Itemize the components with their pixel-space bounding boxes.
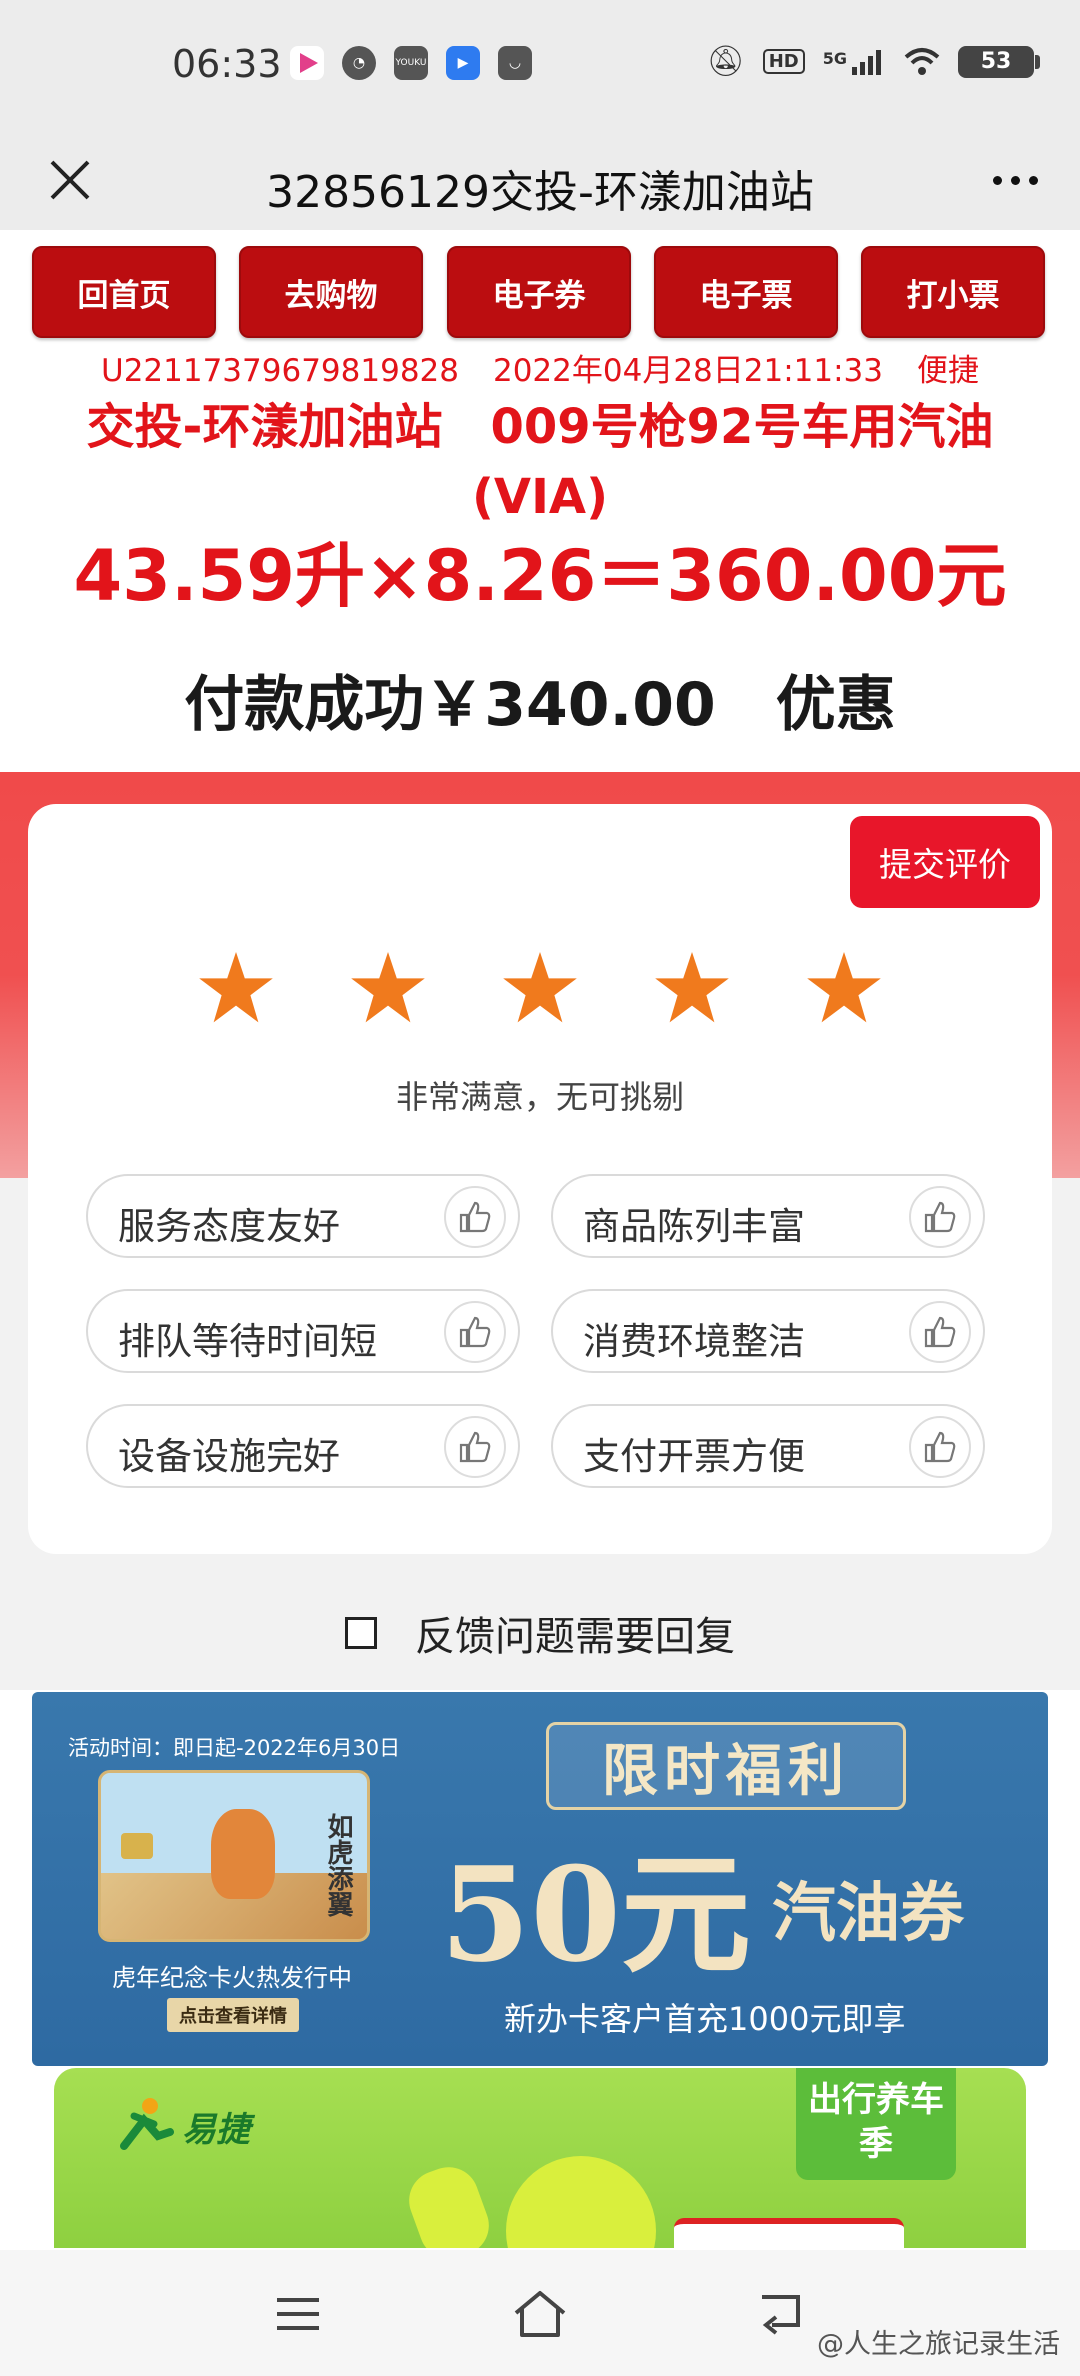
system-navigation-bar: @人生之旅记录生活	[0, 2250, 1080, 2376]
payment-status: 付款成功￥340.00 优惠	[0, 656, 1080, 743]
order-info-line: U22117379679819828 2022年04月28日21:11:33 便捷	[0, 345, 1080, 390]
hd-icon: HD	[762, 49, 805, 74]
watermark: @人生之旅记录生活	[817, 2329, 1060, 2360]
feedback-label: 反馈问题需要回复	[415, 1614, 735, 1660]
mute-icon: 🔕︎	[706, 44, 745, 79]
star-icon[interactable]	[652, 948, 732, 1028]
discount-label: 优惠	[775, 670, 896, 740]
star-icon[interactable]	[500, 948, 580, 1028]
tag-label: 消费环境整洁	[583, 1320, 805, 1363]
yijie-logo: 易捷	[114, 2096, 250, 2156]
tiger-card-image: 如虎添翼	[98, 1770, 370, 1942]
bookmark-app-icon: ▶	[446, 46, 480, 80]
e-ticket-button[interactable]: 电子票	[654, 246, 838, 338]
status-bar: 06:33 ◔ YOUKU ▶ ◡ 🔕︎ HD 5G 53	[0, 0, 1080, 130]
more-button[interactable]	[980, 140, 1050, 220]
star-icon[interactable]	[196, 948, 276, 1028]
feedback-option[interactable]: 反馈问题需要回复	[0, 1604, 1080, 1662]
fuel-calculation: 43.59升×8.26＝360.00元	[73, 535, 1007, 617]
home-nav-button[interactable]	[500, 2274, 580, 2354]
fuel-coupon-banner[interactable]: 活动时间：即日起-2022年6月30日 如虎添翼 虎年纪念卡火热发行中 点击查看…	[32, 1692, 1048, 2066]
tag-service-friendly[interactable]: 服务态度友好	[86, 1174, 520, 1258]
submit-review-button[interactable]: 提交评价	[850, 816, 1040, 908]
title-bar: 32856129交投-环漾加油站	[0, 130, 1080, 230]
star-icon[interactable]	[804, 948, 884, 1028]
battery-icon: 53	[958, 45, 1040, 78]
gauge-app-icon: ◔	[342, 46, 376, 80]
tag-label: 商品陈列丰富	[583, 1205, 805, 1248]
thumbs-up-icon[interactable]	[444, 1186, 506, 1248]
card-chip-icon	[121, 1833, 153, 1859]
tag-goods-rich[interactable]: 商品陈列丰富	[551, 1174, 985, 1258]
back-button[interactable]	[740, 2274, 820, 2354]
tag-label: 服务态度友好	[118, 1205, 340, 1248]
menu-icon	[277, 2298, 319, 2330]
order-datetime: 2022年04月28日21:11:33	[492, 353, 883, 389]
tag-clean-environment[interactable]: 消费环境整洁	[551, 1289, 985, 1373]
promo-title: 限时福利	[546, 1722, 906, 1810]
shopping-button[interactable]: 去购物	[239, 246, 423, 338]
thumbs-up-icon[interactable]	[909, 1301, 971, 1363]
station-fuel-line: 交投-环漾加油站 009号枪92号车用汽油(VIA)	[86, 399, 994, 525]
yijie-banner[interactable]: 易捷 出行养车季	[54, 2068, 1026, 2248]
star-rating	[0, 948, 1080, 1028]
feedback-checkbox[interactable]	[345, 1617, 377, 1649]
status-time: 06:33	[172, 42, 282, 86]
shop-app-icon: ◡	[498, 46, 532, 80]
wifi-icon	[904, 47, 940, 75]
tag-label: 排队等待时间短	[118, 1320, 377, 1363]
view-details-button[interactable]: 点击查看详情	[167, 1998, 299, 2032]
tag-payment-convenient[interactable]: 支付开票方便	[551, 1404, 985, 1488]
signal-icon: 5G	[823, 49, 886, 75]
e-coupon-button[interactable]: 电子券	[447, 246, 631, 338]
mascot-hand	[400, 2158, 498, 2248]
youku-app-icon: YOUKU	[394, 46, 428, 80]
page-title: 32856129交投-环漾加油站	[266, 167, 814, 218]
tag-facilities-good[interactable]: 设备设施完好	[86, 1404, 520, 1488]
tag-label: 支付开票方便	[583, 1435, 805, 1478]
status-indicators: 🔕︎ HD 5G 53	[706, 44, 1040, 79]
rating-text: 非常满意，无可挑剔	[395, 1078, 684, 1116]
order-method: 便捷	[917, 353, 979, 389]
home-icon	[514, 2291, 566, 2337]
promo-badge: 出行养车季	[796, 2068, 956, 2180]
star-icon[interactable]	[348, 948, 428, 1028]
home-button[interactable]: 回首页	[32, 246, 216, 338]
runner-logo-icon	[120, 2098, 174, 2150]
order-id: U22117379679819828	[101, 353, 459, 389]
back-icon	[762, 2295, 800, 2335]
video-app-icon	[290, 46, 324, 80]
promo-date: 活动时间：即日起-2022年6月30日	[68, 1736, 401, 1760]
thumbs-up-icon[interactable]	[909, 1416, 971, 1478]
car-image	[674, 2218, 904, 2248]
status-app-icons: ◔ YOUKU ▶ ◡	[290, 46, 532, 80]
thumbs-up-icon[interactable]	[909, 1186, 971, 1248]
tag-label: 设备设施完好	[118, 1435, 340, 1478]
card-caption: 如虎添翼	[323, 1813, 353, 1917]
thumbs-up-icon[interactable]	[444, 1416, 506, 1478]
promo-amount-tail: 汽油券	[772, 1877, 964, 1951]
promo-amount: 50元	[440, 1838, 751, 1991]
promo-subtitle: 新办卡客户首充1000元即享	[504, 2000, 906, 2038]
print-receipt-button[interactable]: 打小票	[861, 246, 1045, 338]
thumbs-up-icon[interactable]	[444, 1301, 506, 1363]
tiger-icon	[211, 1809, 275, 1899]
card-label: 虎年纪念卡火热发行中	[112, 1964, 352, 1992]
more-dot-icon	[992, 175, 1002, 185]
paid-amount: 付款成功￥340.00	[184, 670, 716, 740]
mascot-image	[506, 2156, 656, 2248]
tag-short-wait[interactable]: 排队等待时间短	[86, 1289, 520, 1373]
menu-button[interactable]	[258, 2274, 338, 2354]
